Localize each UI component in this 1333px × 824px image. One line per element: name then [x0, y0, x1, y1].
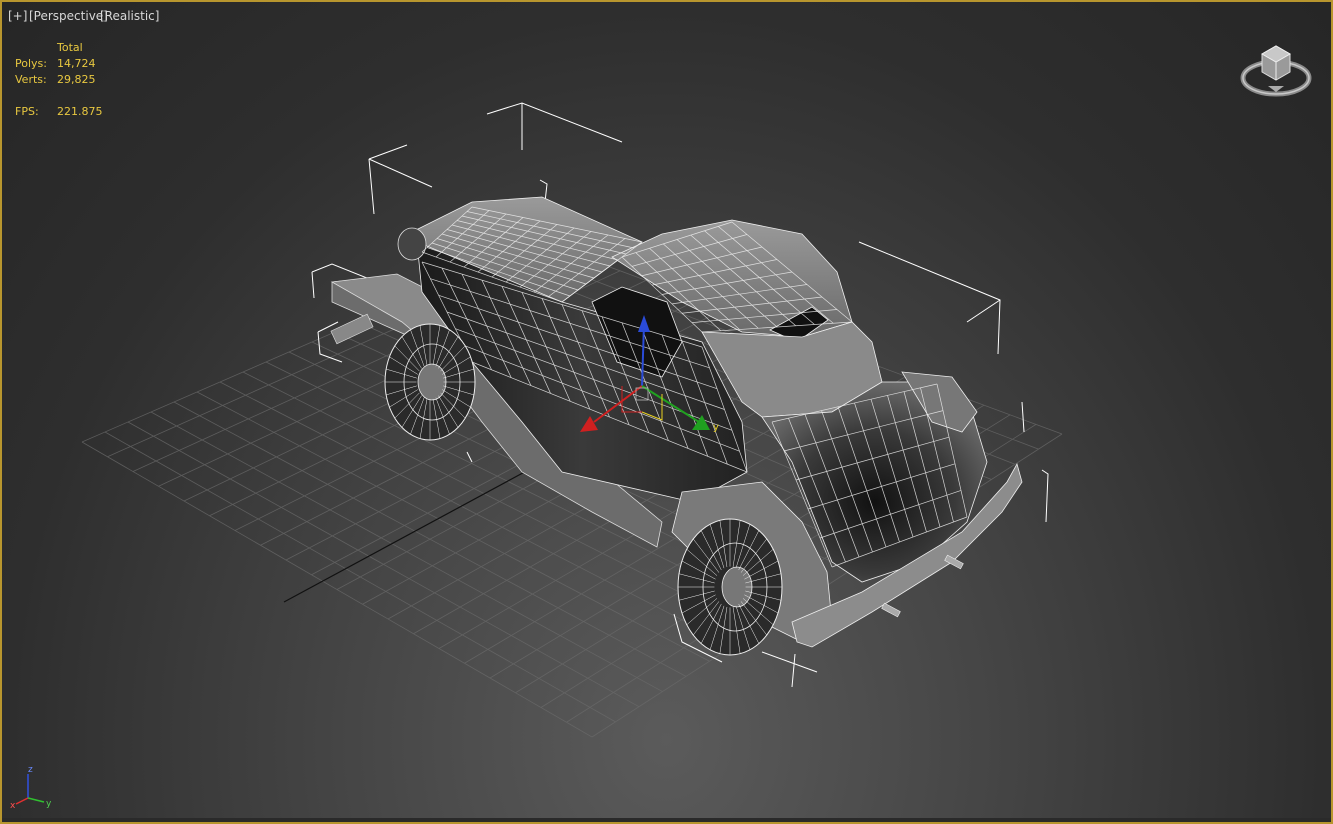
viewport-menu-point-of-view[interactable]: [Perspective]: [29, 9, 108, 23]
viewport-bottom-edge: [2, 818, 1331, 822]
svg-text:y: y: [713, 422, 719, 433]
viewport-menu-plus[interactable]: [+]: [8, 9, 27, 23]
fps-value: 221.875: [57, 105, 103, 118]
verts-value: 29,825: [57, 73, 96, 86]
viewport-menu-shading[interactable]: [Realistic]: [100, 9, 159, 23]
grid-axis-line: [283, 467, 533, 603]
axis-z-label: z: [28, 765, 33, 775]
perspective-viewport[interactable]: y [+] [Perspective] [Realistic] Total Po…: [0, 0, 1333, 824]
viewcube-icon[interactable]: [1238, 36, 1314, 102]
fps-label: FPS:: [15, 105, 39, 118]
polys-value: 14,724: [57, 57, 96, 70]
axis-tripod-icon: z x y: [10, 765, 52, 811]
axis-y-label: y: [46, 799, 52, 809]
polys-label: Polys:: [15, 57, 47, 70]
verts-label: Verts:: [15, 73, 47, 86]
stats-header: Total: [57, 41, 83, 54]
viewport-scene[interactable]: y: [2, 2, 1333, 824]
axis-x-label: x: [10, 801, 16, 811]
